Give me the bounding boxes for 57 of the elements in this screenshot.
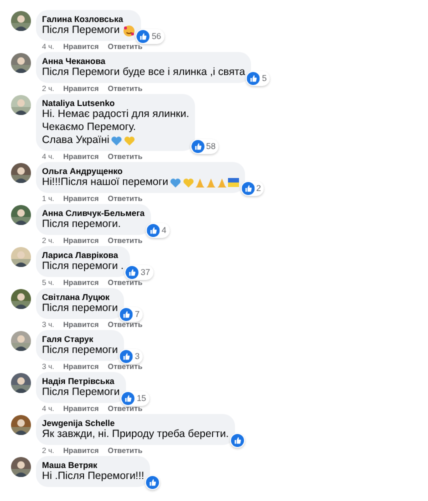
comment-text: Ні!!!Після нашої перемоги: [42, 176, 168, 189]
like-badge[interactable]: 2: [240, 181, 264, 196]
like-count: 15: [136, 393, 146, 404]
author-name[interactable]: Ольга Андрущенко: [42, 166, 240, 176]
author-name[interactable]: Надія Петрівська: [42, 376, 120, 386]
thumbs-up-icon: [146, 476, 160, 489]
author-name[interactable]: Jewgenija Schelle: [42, 418, 229, 428]
like-badge[interactable]: 7: [118, 307, 143, 322]
thumbs-up-icon: [120, 308, 133, 321]
like-count: 7: [134, 309, 140, 320]
comment-text: Слава Україні: [42, 134, 110, 147]
like-count: 58: [206, 141, 216, 152]
author-name[interactable]: Маша Ветряк: [42, 460, 144, 470]
like-badge[interactable]: 5: [246, 71, 270, 86]
comment-text: Чекаємо Перемогу.: [42, 121, 136, 134]
author-name[interactable]: Світлана Луцюк: [42, 292, 118, 302]
thumbs-up-icon: [122, 392, 135, 405]
comment-text: Після перемоги.: [42, 218, 121, 231]
author-name[interactable]: Анна Сливчук-Бельмега: [42, 208, 145, 218]
comment-text: Після перемоги .: [42, 260, 124, 273]
smiling-face-icon: [122, 24, 135, 36]
comment-text: Після перемоги: [42, 344, 118, 357]
comment-text: Після Перемоги: [42, 24, 120, 37]
author-name[interactable]: Nataliya Lutsenko: [42, 98, 190, 108]
like-count: 3: [134, 351, 140, 362]
thumbs-up-icon: [241, 182, 254, 195]
like-badge[interactable]: 56: [136, 29, 164, 44]
author-name[interactable]: Галина Козловська: [42, 14, 135, 24]
comment-text: Після перемоги: [42, 302, 118, 315]
thumbs-up-icon: [136, 30, 150, 43]
like-count: 56: [152, 31, 162, 42]
like-badge[interactable]: 15: [120, 391, 150, 406]
thumbs-up-icon: [146, 224, 160, 237]
comment-text: Як завжди, ні. Природу треба берегти.: [42, 428, 229, 441]
author-name[interactable]: Анна Чеканова: [42, 56, 246, 66]
author-name[interactable]: Галя Старук: [42, 334, 118, 344]
comment-text: Після Перемоги буде все і ялинка ,і свята: [42, 66, 246, 79]
like-badge[interactable]: 58: [190, 139, 219, 154]
like-badge[interactable]: [145, 475, 160, 490]
comment-text: Ні. Немає радості для ялинки.: [42, 108, 190, 121]
like-count: 2: [256, 183, 261, 194]
like-badge[interactable]: 4: [146, 223, 170, 238]
thumbs-up-icon: [126, 266, 139, 279]
comment-text: Після Перемоги: [42, 386, 120, 399]
thumbs-up-icon: [230, 434, 244, 447]
like-count: 5: [262, 73, 267, 84]
like-count: 4: [162, 225, 166, 236]
thumbs-up-icon: [247, 72, 260, 85]
like-count: 37: [140, 267, 150, 278]
comment-text: Ні .Після Перемоги!!!: [42, 470, 144, 483]
flag-icon: [228, 178, 240, 187]
like-badge[interactable]: 3: [118, 349, 143, 364]
thumbs-up-icon: [191, 140, 204, 153]
like-badge[interactable]: 37: [124, 265, 154, 280]
thumbs-up-icon: [120, 350, 133, 363]
like-badge[interactable]: [230, 433, 245, 448]
author-name[interactable]: Лариса Лаврікова: [42, 250, 124, 260]
